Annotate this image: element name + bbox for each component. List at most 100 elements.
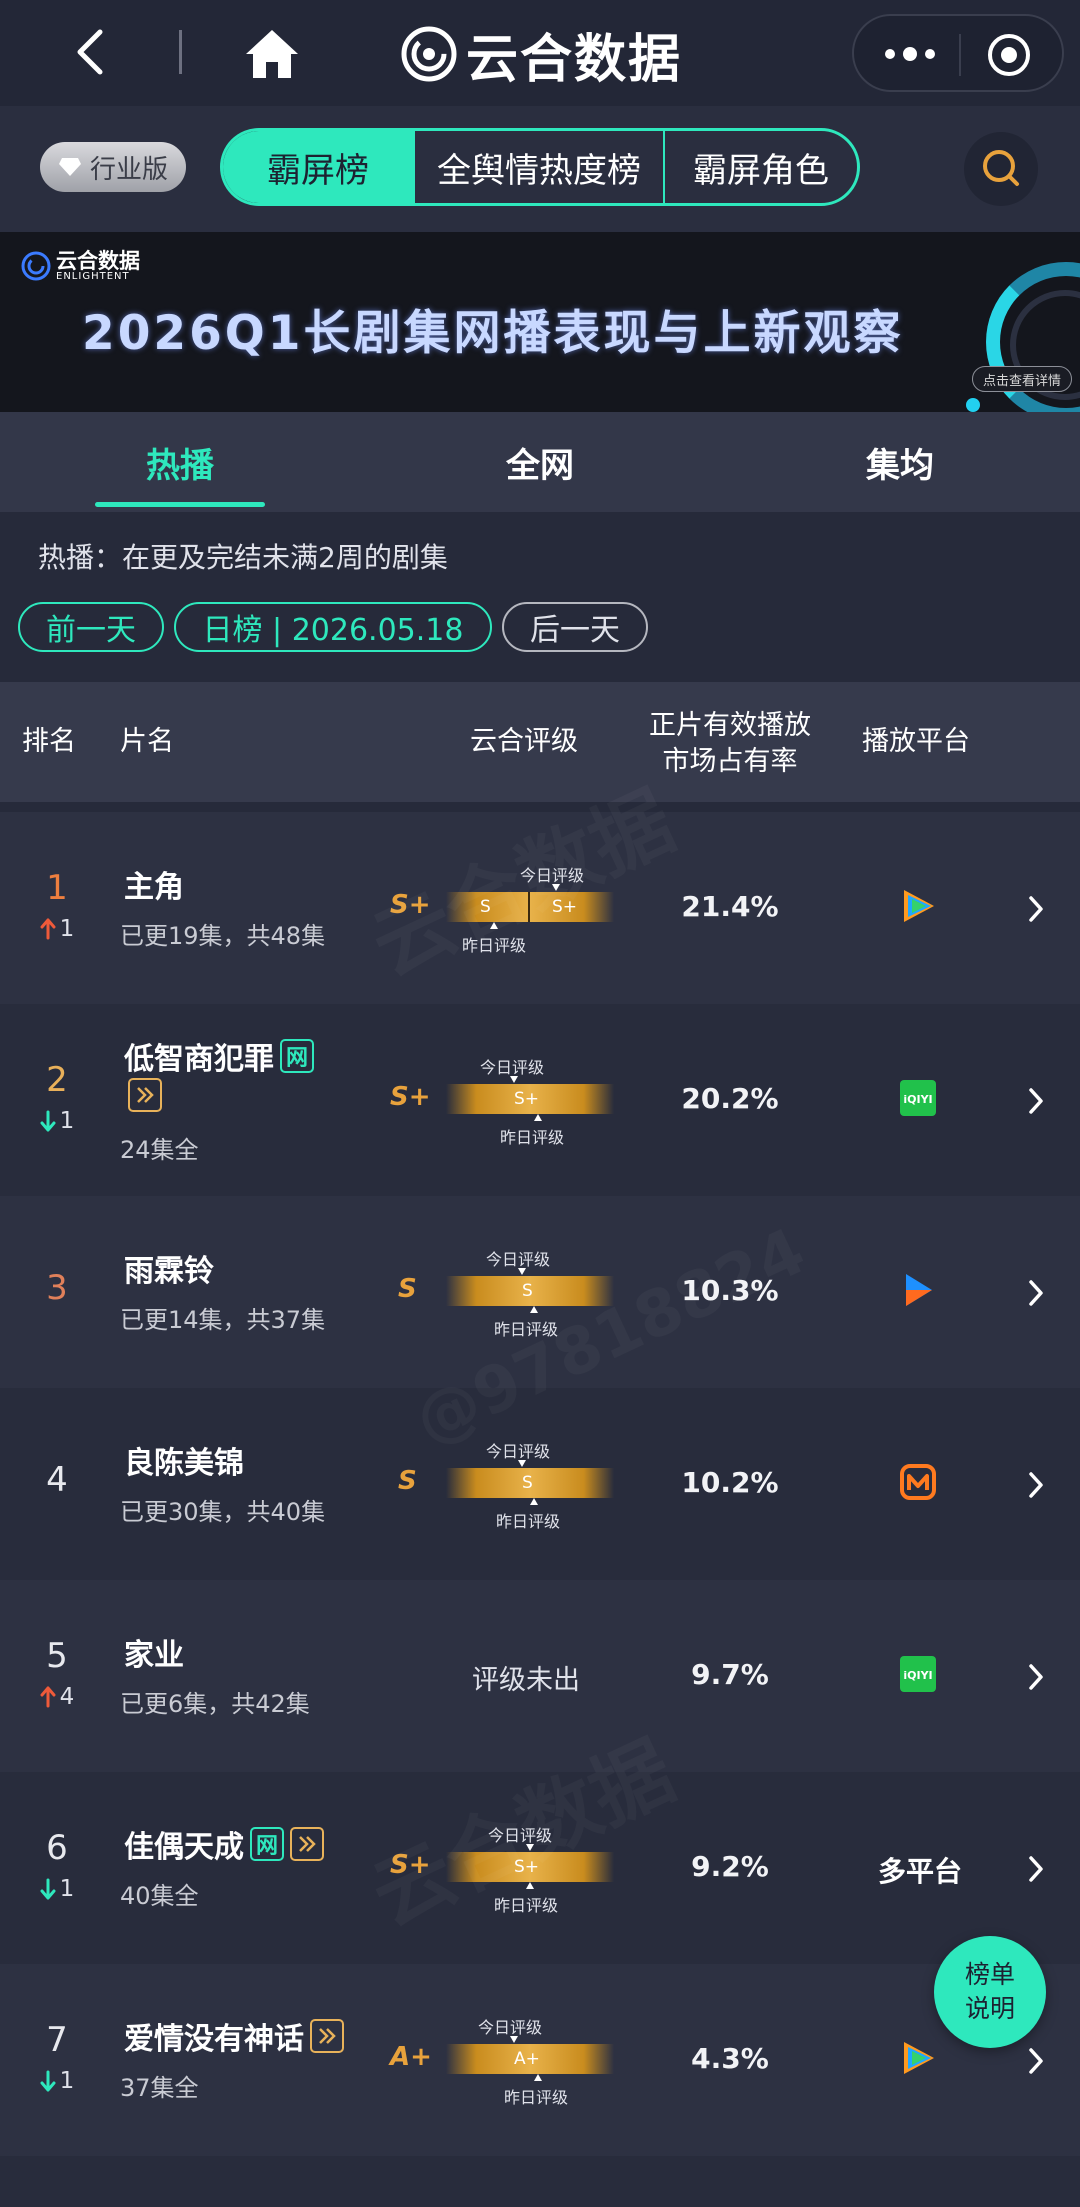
rating-grade: S [398,1274,417,1304]
chevron-right-icon[interactable] [1026,1278,1046,1308]
rank-change-value: 1 [59,2068,75,2094]
bar-grade: A+ [514,2049,540,2069]
today-rating-caption: 今日评级 [478,2018,543,2037]
bar-grade: S+ [514,1089,540,1109]
drama-title-text: 低智商犯罪 [124,1042,274,1077]
rank-change-value: 4 [59,1684,75,1710]
rating-grade: S+ [390,1082,431,1112]
market-share: 21.4% [681,890,779,923]
drama-title: 爱情没有神话 [124,2014,344,2058]
rating-bar: S [446,1468,614,1498]
episode-status: 已更19集，共48集 [120,922,326,950]
table-row[interactable]: 3 雨霖铃 已更14集，共37集 S 今日评级 S 昨日评级 10.3% [0,1196,1080,1388]
youku-icon [906,1274,932,1306]
chevron-right-icon[interactable] [1026,2046,1046,2076]
bar-grade: S [522,1473,533,1493]
rank-number: 4 [46,1460,68,1500]
ranking-explanation-button[interactable]: 榜单 说明 [934,1936,1046,2048]
today-marker [510,1076,518,1083]
tab-all-network[interactable]: 全网 [420,412,660,512]
market-share: 9.7% [691,1658,769,1691]
drama-title-text: 良陈美锦 [124,1446,244,1481]
chevron-right-icon[interactable] [1026,1854,1046,1884]
episode-status: 已更6集，共42集 [120,1690,310,1718]
tab-dominant-roles[interactable]: 霸屏角色 [663,131,857,203]
today-marker [518,1460,526,1467]
rating-bar: S S+ [446,892,614,922]
market-share: 10.3% [681,1274,779,1307]
today-rating-caption: 今日评级 [486,1250,551,1269]
tab-screen-dominance[interactable]: 霸屏榜 [223,131,413,203]
bar-divider [528,892,530,922]
table-row[interactable]: 7 1 爱情没有神话 37集全 A+ 今日评级 A+ 昨日评级 4.3% [0,1964,1080,2156]
market-share: 9.2% [691,1850,769,1883]
tencent-video-icon [904,890,934,922]
platform-multi: 多平台 [877,1855,962,1888]
rank-change-value: 1 [59,1108,75,1134]
header-title: 片名 [120,726,174,757]
promo-banner[interactable]: 云合数据 ENLIGHTENT 2026Q1长剧集网播表现与上新观察 点击查看详… [0,232,1080,412]
industry-edition-button[interactable]: 行业版 [40,142,186,192]
today-marker [510,2036,518,2043]
table-row[interactable]: 4 良陈美锦 已更30集，共40集 S 今日评级 S 昨日评级 10.2% [0,1388,1080,1580]
chevron-right-icon[interactable] [1026,894,1046,924]
table-row[interactable]: 1 1 主角 已更19集，共48集 S+ 今日评级 S S+ 昨日评级 21.4… [0,812,1080,1004]
header-share: 正片有效播放 市场占有率 [640,708,820,780]
drama-title: 佳偶天成 网 [124,1822,324,1866]
table-row[interactable]: 6 1 佳偶天成 网 40集全 S+ 今日评级 S+ 昨日评级 9.2% 多平台 [0,1772,1080,1964]
rating-grade: A+ [390,2042,432,2072]
capsule-divider [959,34,961,76]
back-icon[interactable] [64,24,120,80]
close-miniprogram-icon[interactable] [986,32,1032,78]
table-row[interactable]: 5 4 家业 已更6集，共42集 评级未出 9.7% iQIYI [0,1580,1080,1772]
web-drama-badge: 网 [250,1827,284,1861]
rating-bar: S [446,1276,614,1306]
rank-change-value: 1 [59,916,75,942]
yesterday-marker [490,922,498,929]
tab-per-episode[interactable]: 集均 [780,412,1020,512]
chevron-right-icon[interactable] [1026,1662,1046,1692]
rating-grade: S+ [390,890,431,920]
banner-detail-button[interactable]: 点击查看详情 [972,366,1072,392]
svg-text:iQIYI: iQIYI [903,1669,932,1682]
more-icon[interactable] [880,36,940,72]
tab-public-opinion-heat[interactable]: 全舆情热度榜 [413,131,663,203]
chevron-right-icon[interactable] [1026,1470,1046,1500]
yesterday-rating-caption: 昨日评级 [494,1320,559,1339]
tab-hot[interactable]: 热播 [60,412,300,512]
next-day-button[interactable]: 后一天 [502,602,648,652]
rating-bar: S+ [446,1852,614,1882]
list-description: 热播：在更及完结未满2周的剧集 [38,541,448,574]
chevron-right-icon[interactable] [1026,1086,1046,1116]
app-title-text: 云合数据 [466,29,683,90]
rating-bar: A+ [446,2044,614,2074]
divider [179,30,182,74]
rating-bar: S+ [446,1084,614,1114]
tab-label: 霸屏角色 [693,150,829,191]
arrow-down-icon [40,1110,56,1132]
rating-grade: S [398,1466,417,1496]
banner-headline: 2026Q1长剧集网播表现与上新观察 [82,306,904,361]
tab-label: 全舆情热度榜 [437,150,641,191]
table-row[interactable]: 2 1 低智商犯罪 网 24集全 S+ 今日评级 S+ 昨日评级 20.2% i… [0,1004,1080,1196]
tencent-video-icon [904,2042,934,2074]
iqiyi-icon: iQIYI [900,1656,936,1692]
date-selector[interactable]: 日榜 | 2026.05.18 [174,602,492,652]
play-badge-icon [310,2019,344,2053]
home-icon[interactable] [244,28,300,80]
banner-dot [966,398,980,412]
episode-status: 24集全 [120,1136,199,1164]
rank-change: 1 [0,916,114,942]
previous-day-button[interactable]: 前一天 [18,602,164,652]
rank-change: 1 [0,1876,114,1902]
arrow-up-icon [40,918,56,940]
today-grade: S+ [552,897,578,917]
table-row[interactable] [0,2156,1080,2207]
bar-grade: S+ [514,1857,540,1877]
yesterday-rating-caption: 昨日评级 [494,1896,559,1915]
drama-title-text: 爱情没有神话 [124,2022,304,2057]
diamond-icon [58,158,81,176]
yesterday-marker [526,1882,534,1889]
today-marker [518,1268,526,1275]
search-button[interactable] [964,132,1038,206]
